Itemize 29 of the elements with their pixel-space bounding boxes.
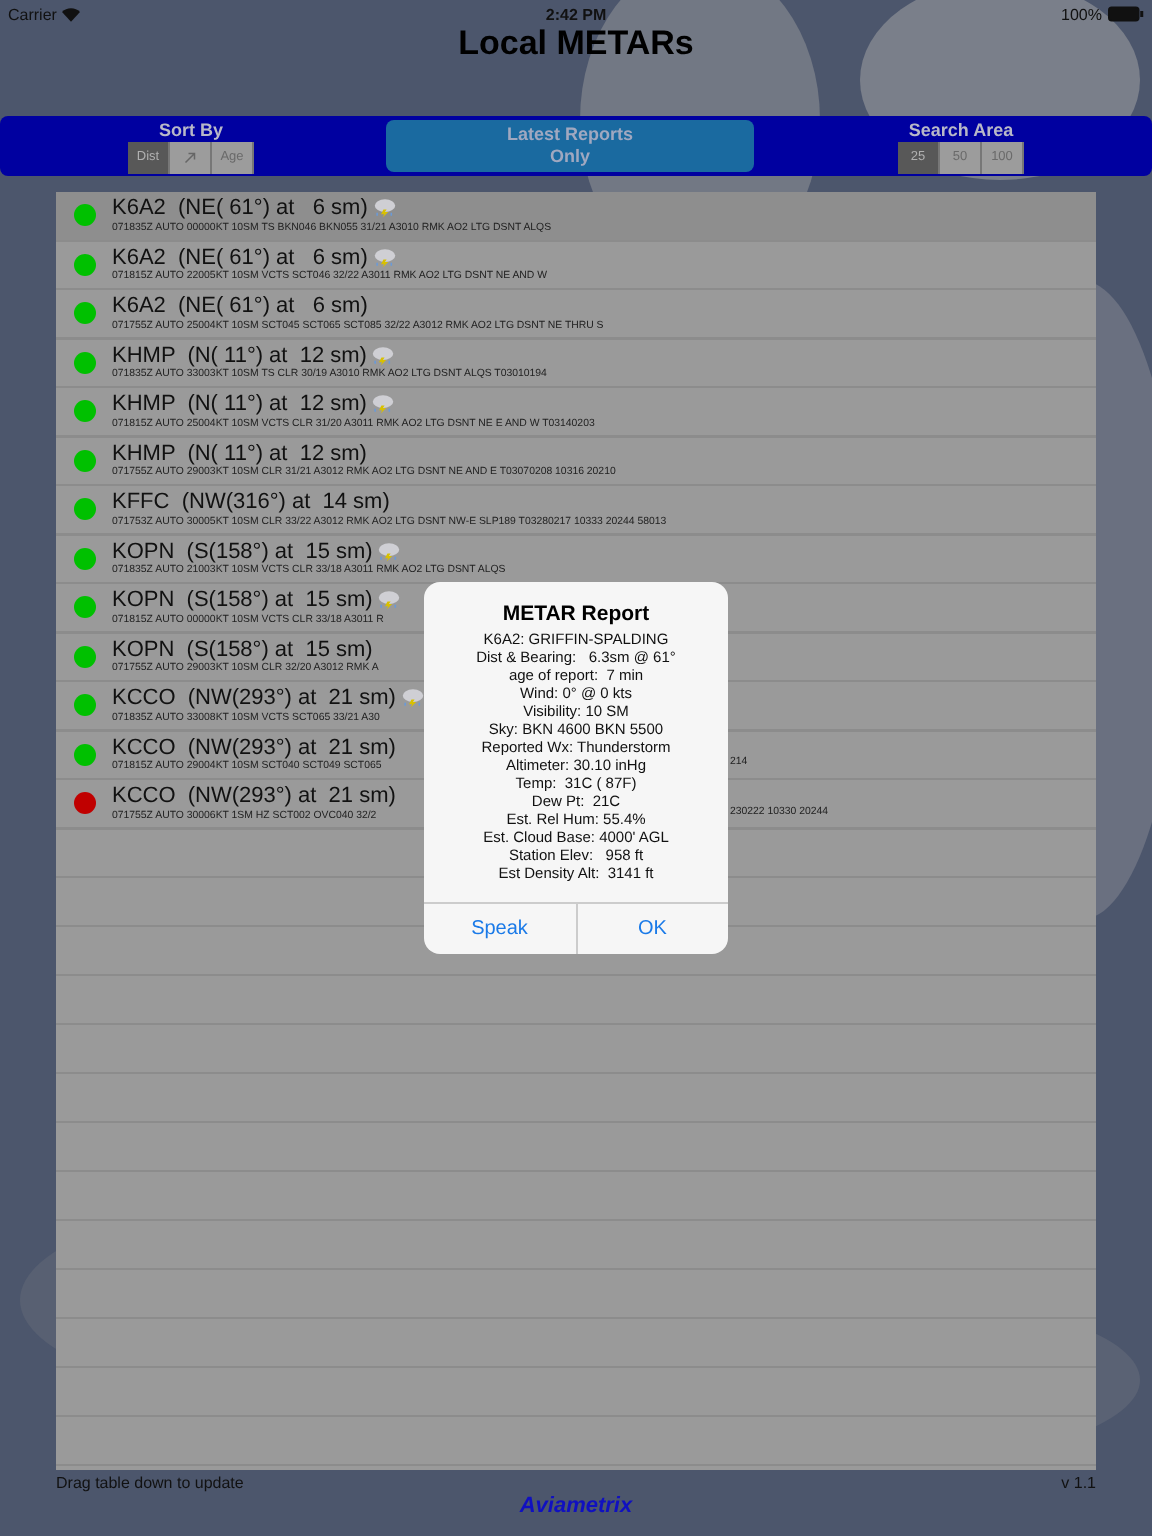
wifi-icon [62, 7, 81, 21]
report-title: KHMP (N( 11°) at 12 sm) [112, 343, 367, 368]
report-title: K6A2 (NE( 61°) at 6 sm) [112, 294, 368, 319]
report-title: KOPN (S(158°) at 15 sm) [112, 539, 373, 564]
report-title: KHMP (N( 11°) at 12 sm) [112, 392, 367, 417]
arrow-icon [184, 151, 196, 163]
report-title: KHMP (N( 11°) at 12 sm) [112, 441, 367, 466]
dialog-title: METAR Report [502, 602, 650, 626]
clock: 2:42 PM [545, 5, 607, 23]
report-title: KOPN (S(158°) at 15 sm) [112, 588, 373, 613]
version-label: v 1.1 [1061, 1473, 1096, 1491]
report-title: KOPN (S(158°) at 15 sm) [112, 637, 373, 662]
report-title: KCCO (NW(293°) at 21 sm) [112, 735, 396, 760]
report-title: KCCO (NW(293°) at 21 sm) [112, 686, 396, 711]
dialog-button[interactable]: OK [575, 904, 728, 954]
battery-percent: 100% [1061, 5, 1102, 23]
sort-direction-button[interactable] [170, 141, 212, 173]
sort-label: Sort By [158, 119, 223, 141]
report-title: KCCO (NW(293°) at 21 sm) [112, 784, 396, 809]
update-hint: Drag table down to update [56, 1473, 244, 1491]
dialog-button[interactable]: Speak [424, 904, 575, 954]
report-title: K6A2 (NE( 61°) at 6 sm) [112, 196, 368, 221]
carrier-label: Carrier [8, 5, 57, 23]
screen-title: Local METARs [456, 28, 696, 66]
report-title: K6A2 (NE( 61°) at 6 sm) [112, 245, 368, 270]
report-title: KFFC (NW(316°) at 14 sm) [112, 490, 390, 515]
battery-icon [1107, 6, 1144, 22]
search-area-label: Search Area [908, 119, 1014, 141]
brand-name: Aviametrix [519, 1494, 633, 1518]
